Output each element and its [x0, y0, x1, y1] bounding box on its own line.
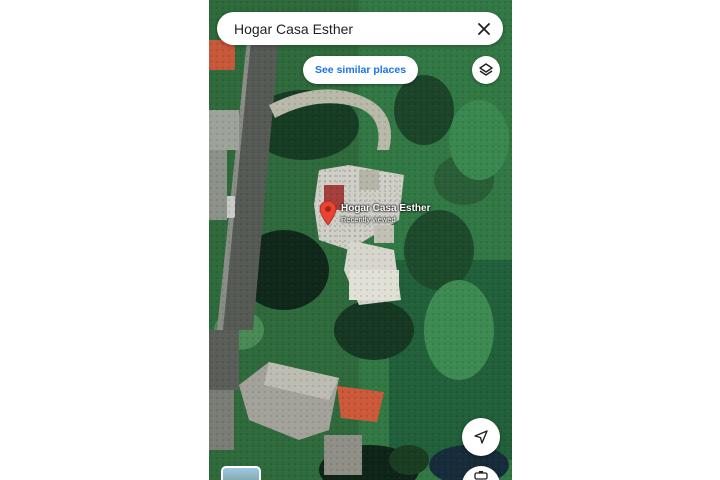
- see-similar-places-button[interactable]: See similar places: [303, 56, 418, 84]
- navigate-button[interactable]: [462, 418, 500, 456]
- place-status: Recently viewed: [341, 215, 396, 224]
- place-name: Hogar Casa Esther: [341, 203, 431, 214]
- search-bar[interactable]: Hogar Casa Esther: [217, 12, 503, 45]
- camera-icon: [474, 471, 488, 480]
- layers-button[interactable]: [472, 56, 500, 84]
- place-label[interactable]: Hogar Casa Esther Recently viewed: [341, 203, 430, 224]
- navigation-arrow-icon: [474, 430, 488, 444]
- map-pin-icon[interactable]: [319, 200, 337, 226]
- close-icon: [478, 22, 490, 35]
- street-view-thumbnail[interactable]: [221, 466, 261, 480]
- phone-screen: Hogar Casa Esther See similar places Hog…: [209, 0, 512, 480]
- layers-icon: [479, 63, 493, 76]
- search-query[interactable]: Hogar Casa Esther: [234, 21, 469, 37]
- clear-search-button[interactable]: [469, 14, 499, 44]
